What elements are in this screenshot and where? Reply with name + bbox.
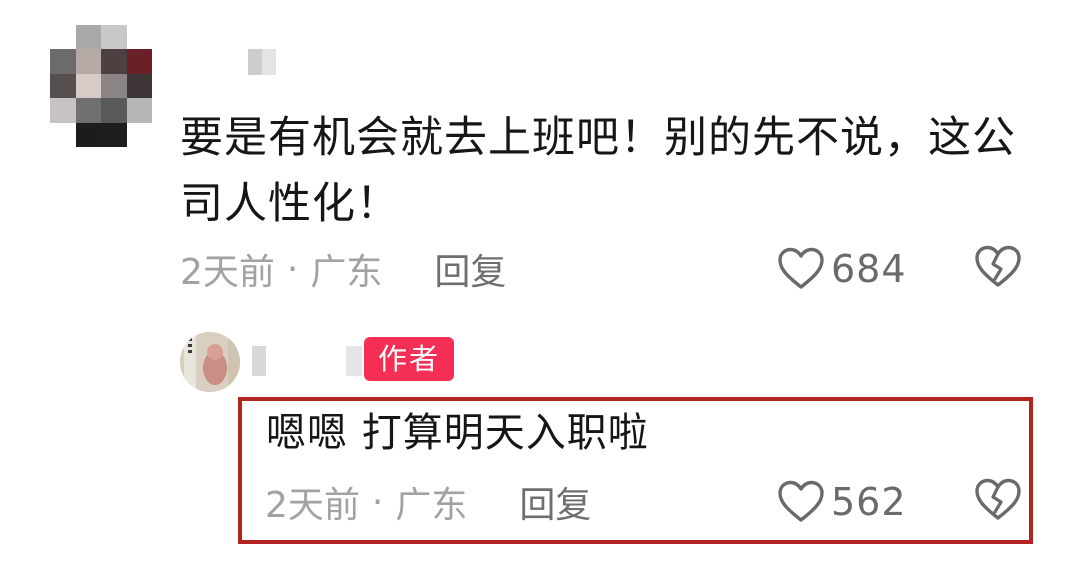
author-badge: 作者 <box>364 337 455 381</box>
reply-text: 嗯嗯 打算明天入职啦 <box>266 410 649 456</box>
broken-heart-icon[interactable] <box>974 478 1022 522</box>
comment-location: 广东 <box>310 252 383 293</box>
comment-like-count: 684 <box>831 247 907 291</box>
commenter-username-redacted[interactable] <box>248 49 276 75</box>
author-username-redacted[interactable] <box>252 346 362 376</box>
meta-separator: · <box>371 481 384 523</box>
reply-meta: 2天前 · 广东 回复 <box>265 474 591 530</box>
heart-outline-icon <box>778 480 824 522</box>
comment-text: 要是有机会就去上班吧！别的先不说，这公司人性化！ <box>180 113 1016 229</box>
meta-separator: · <box>286 248 299 290</box>
comment-meta: 2天前 · 广东 回复 <box>180 241 506 297</box>
author-avatar-image <box>180 332 240 392</box>
reply-button[interactable]: 回复 <box>434 243 506 295</box>
reply-location: 广东 <box>395 485 468 526</box>
author-avatar[interactable] <box>180 332 240 392</box>
comment-time: 2天前 <box>180 252 275 293</box>
comment-like-button[interactable]: 684 <box>777 241 907 297</box>
reply-like-count: 562 <box>831 480 907 524</box>
commenter-avatar[interactable] <box>50 25 152 147</box>
broken-heart-icon[interactable] <box>974 245 1022 289</box>
reply-time: 2天前 <box>265 485 360 526</box>
heart-outline-icon <box>778 247 824 289</box>
reply-reply-button[interactable]: 回复 <box>519 476 591 528</box>
reply-like-button[interactable]: 562 <box>777 474 907 530</box>
